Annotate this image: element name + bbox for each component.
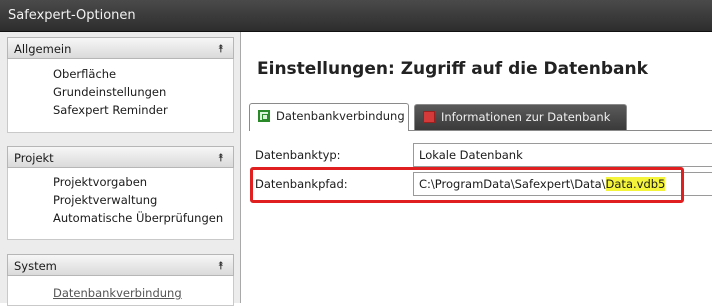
section-title: Projekt: [14, 151, 54, 165]
section-allgemein: Allgemein ⯭ Oberfläche Grundeinstellunge…: [7, 37, 234, 133]
section-body-system: Datenbankverbindung: [7, 276, 234, 306]
section-body-allgemein: Oberfläche Grundeinstellungen Safexpert …: [7, 59, 234, 133]
sidebar-item-projektverwaltung[interactable]: Projektverwaltung: [53, 193, 157, 207]
section-title: System: [14, 259, 57, 273]
field-row-datenbanktyp: Datenbanktyp: Lokale Datenbank: [249, 142, 712, 168]
window-title: Safexpert-Optionen: [0, 0, 712, 32]
datenbanktyp-label: Datenbanktyp:: [255, 148, 341, 162]
section-header-allgemein[interactable]: Allgemein ⯭: [7, 37, 234, 59]
chevron-double-up-icon[interactable]: ⯭: [217, 255, 224, 277]
section-system: System ⯭ Datenbankverbindung: [7, 254, 234, 306]
options-sidebar: Allgemein ⯭ Oberfläche Grundeinstellunge…: [0, 32, 241, 306]
section-header-projekt[interactable]: Projekt ⯭: [7, 146, 234, 168]
tab-label: Datenbankverbindung: [276, 109, 405, 123]
tab-datenbankverbindung[interactable]: Datenbankverbindung: [249, 103, 409, 131]
datenbanktyp-value: Lokale Datenbank: [419, 148, 523, 162]
sidebar-item-projektvorgaben[interactable]: Projektvorgaben: [53, 175, 147, 189]
sidebar-item-automatische-ueberpruefungen[interactable]: Automatische Überprüfungen: [53, 211, 223, 225]
chevron-double-up-icon[interactable]: ⯭: [217, 147, 224, 169]
sidebar-item-grundeinstellungen[interactable]: Grundeinstellungen: [53, 85, 166, 99]
section-body-projekt: Projektvorgaben Projektverwaltung Automa…: [7, 168, 234, 240]
sidebar-item-datenbankverbindung[interactable]: Datenbankverbindung: [53, 286, 182, 300]
section-header-system[interactable]: System ⯭: [7, 254, 234, 276]
tab-informationen-zur-datenbank[interactable]: Informationen zur Datenbank: [414, 104, 627, 130]
sidebar-item-safexpert-reminder[interactable]: Safexpert Reminder: [53, 103, 168, 117]
database-green-icon: [258, 110, 270, 122]
chevron-double-up-icon[interactable]: ⯭: [217, 38, 224, 60]
tab-label: Informationen zur Datenbank: [441, 110, 611, 124]
sidebar-item-oberflaeche[interactable]: Oberfläche: [53, 67, 116, 81]
section-title: Allgemein: [14, 42, 72, 56]
datenbanktyp-field[interactable]: Lokale Datenbank: [413, 143, 712, 167]
section-projekt: Projekt ⯭ Projektvorgaben Projektverwalt…: [7, 146, 234, 240]
page-title: Einstellungen: Zugriff auf die Datenbank: [257, 59, 648, 79]
annotation-highlight-frame: [250, 167, 684, 203]
tab-strip: Datenbankverbindung Informationen zur Da…: [249, 102, 712, 131]
database-red-icon: [423, 111, 435, 123]
